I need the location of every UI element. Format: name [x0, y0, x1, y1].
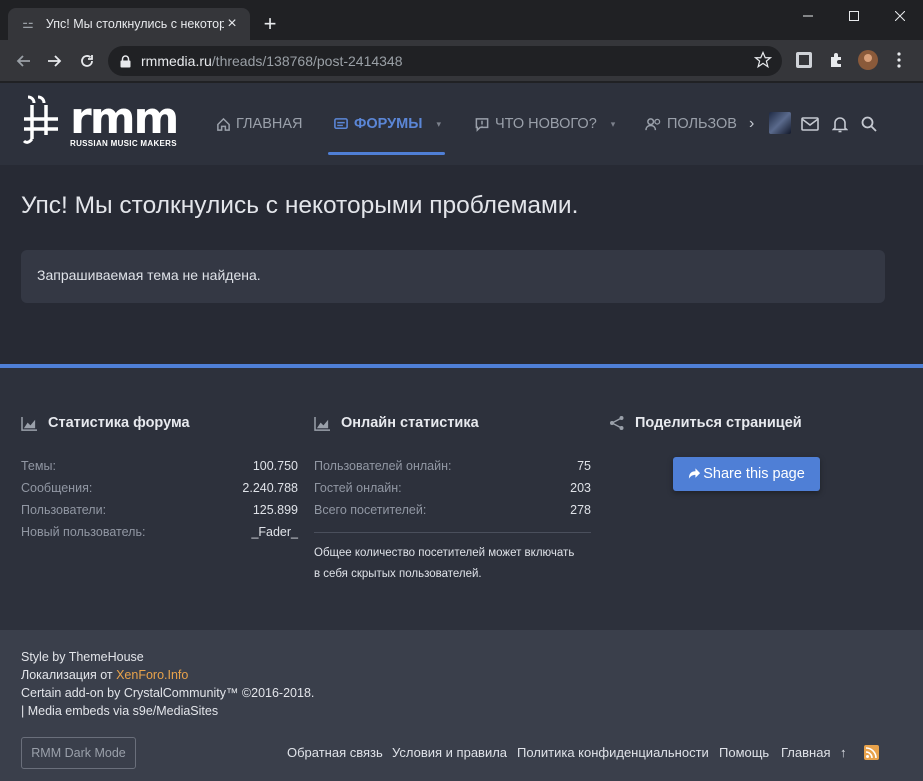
credit-localization: Локализация от XenForo.Info	[21, 668, 189, 682]
site-header: rmm RUSSIAN MUSIC MAKERS ГЛАВНАЯ ФОРУМЫ …	[0, 83, 923, 165]
inbox-icon[interactable]	[799, 113, 821, 135]
nav-forums[interactable]: ФОРУМЫ ▾	[333, 113, 441, 135]
share-arrow-icon	[689, 468, 701, 479]
back-button[interactable]	[10, 48, 36, 74]
footer-link-help[interactable]: Помощь	[719, 745, 769, 760]
footer-stats: Статистика форума Темы: 100.750 Сообщения…	[0, 368, 923, 630]
puzzle-extensions-icon[interactable]	[826, 50, 846, 70]
tab-close-icon[interactable]: ×	[224, 15, 240, 33]
tab-title: Упс! Мы столкнулись с некоторы	[45, 17, 225, 31]
rmm-logo[interactable]: rmm RUSSIAN MUSIC MAKERS	[22, 89, 187, 149]
nav-scroll-right-icon[interactable]: ›	[749, 113, 754, 135]
active-nav-indicator	[328, 152, 445, 155]
bookmark-star-icon[interactable]	[753, 50, 773, 74]
stat-row: Пользователи: 125.899	[21, 503, 298, 517]
minimize-button[interactable]	[785, 0, 831, 32]
search-icon[interactable]	[858, 113, 880, 135]
profile-avatar-icon[interactable]	[858, 50, 878, 70]
reload-icon	[81, 55, 93, 67]
rss-icon[interactable]	[864, 745, 879, 760]
nav-whats-new[interactable]: ЧТО НОВОГО? ▾	[474, 113, 615, 135]
footer-link-privacy[interactable]: Политика конфиденциальности	[517, 745, 709, 760]
address-bar[interactable]: rmmedia.ru/threads/138768/post-2414348	[108, 46, 782, 76]
newest-member-link[interactable]: _Fader_	[251, 525, 298, 543]
chart-area-icon	[314, 416, 330, 431]
online-note: Общее количество посетителей может включ…	[314, 547, 575, 580]
stat-row: Пользователей онлайн: 75	[314, 459, 591, 473]
credit-media: | Media embeds via s9e/MediaSites	[21, 704, 219, 718]
stat-row: Темы: 100.750	[21, 459, 298, 473]
menu-kebab-icon[interactable]	[889, 50, 909, 70]
footer-link-terms[interactable]: Условия и правила	[392, 745, 507, 760]
share-heading: Поделиться страницей	[609, 415, 802, 431]
web-page: rmm RUSSIAN MUSIC MAKERS ГЛАВНАЯ ФОРУМЫ …	[0, 83, 923, 781]
close-window-button[interactable]	[877, 0, 923, 32]
error-message: Запрашиваемая тема не найдена.	[37, 267, 261, 283]
whats-new-icon	[475, 117, 489, 132]
share-icon	[610, 416, 624, 430]
maximize-button[interactable]	[831, 0, 877, 32]
reload-button[interactable]	[74, 48, 100, 74]
credit-style: Style by ThemeHouse	[21, 650, 144, 664]
xenforo-info-link[interactable]: XenForo.Info	[116, 668, 188, 682]
forum-stats-heading: Статистика форума	[21, 415, 190, 431]
divider	[314, 532, 591, 533]
logo-text: rmm	[70, 93, 179, 144]
credit-addon: Certain add-on by CrystalCommunity™ ©201…	[21, 686, 315, 700]
footer-link-home[interactable]: Главная	[781, 745, 830, 760]
stat-row: Сообщения: 2.240.788	[21, 481, 298, 495]
footer-link-feedback[interactable]: Обратная связь	[287, 745, 383, 760]
logo-mark-icon	[22, 95, 58, 144]
footer-bottom: Style by ThemeHouse Локализация от XenFo…	[0, 630, 923, 781]
stat-row: Новый пользователь: _Fader_	[21, 525, 298, 543]
page-title: Упс! Мы столкнулись с некоторыми проблем…	[21, 192, 579, 219]
users-icon	[645, 117, 661, 130]
nav-home[interactable]: ГЛАВНАЯ	[216, 113, 303, 135]
site-favicon-icon: ⚍	[22, 16, 34, 31]
new-tab-button[interactable]: +	[258, 12, 282, 36]
stat-row: Гостей онлайн: 203	[314, 481, 591, 495]
extension-icon[interactable]	[794, 50, 814, 70]
back-arrow-icon	[16, 55, 30, 67]
browser-toolbar: rmmedia.ru/threads/138768/post-2414348	[0, 40, 923, 82]
url-text: rmmedia.ru/threads/138768/post-2414348	[141, 53, 403, 69]
browser-tab[interactable]: ⚍ Упс! Мы столкнулись с некоторы ×	[8, 8, 250, 40]
tab-strip: ⚍ Упс! Мы столкнулись с некоторы × +	[0, 0, 923, 40]
chevron-down-icon[interactable]: ▾	[436, 119, 441, 130]
nav-users[interactable]: ПОЛЬЗОВ	[645, 113, 749, 135]
user-avatar[interactable]	[769, 112, 791, 134]
home-icon	[217, 117, 230, 131]
online-stats-heading: Онлайн статистика	[314, 415, 479, 431]
dark-mode-button[interactable]: RMM Dark Mode	[21, 737, 136, 769]
chart-area-icon	[21, 416, 37, 431]
logo-subtext: RUSSIAN MUSIC MAKERS	[70, 139, 177, 148]
forum-icon	[334, 117, 348, 129]
error-message-box: Запрашиваемая тема не найдена.	[21, 250, 885, 303]
stat-row: Всего посетителей: 278	[314, 503, 591, 517]
bell-icon[interactable]	[829, 113, 851, 135]
forward-arrow-icon	[48, 55, 62, 67]
share-page-button[interactable]: Share this page	[673, 457, 820, 491]
chevron-down-icon[interactable]: ▾	[611, 119, 616, 130]
browser-window: ⚍ Упс! Мы столкнулись с некоторы × + rmm…	[0, 0, 923, 781]
scroll-top-arrow-icon[interactable]: ↑	[840, 745, 847, 760]
forward-button[interactable]	[42, 48, 68, 74]
lock-icon	[120, 54, 131, 67]
